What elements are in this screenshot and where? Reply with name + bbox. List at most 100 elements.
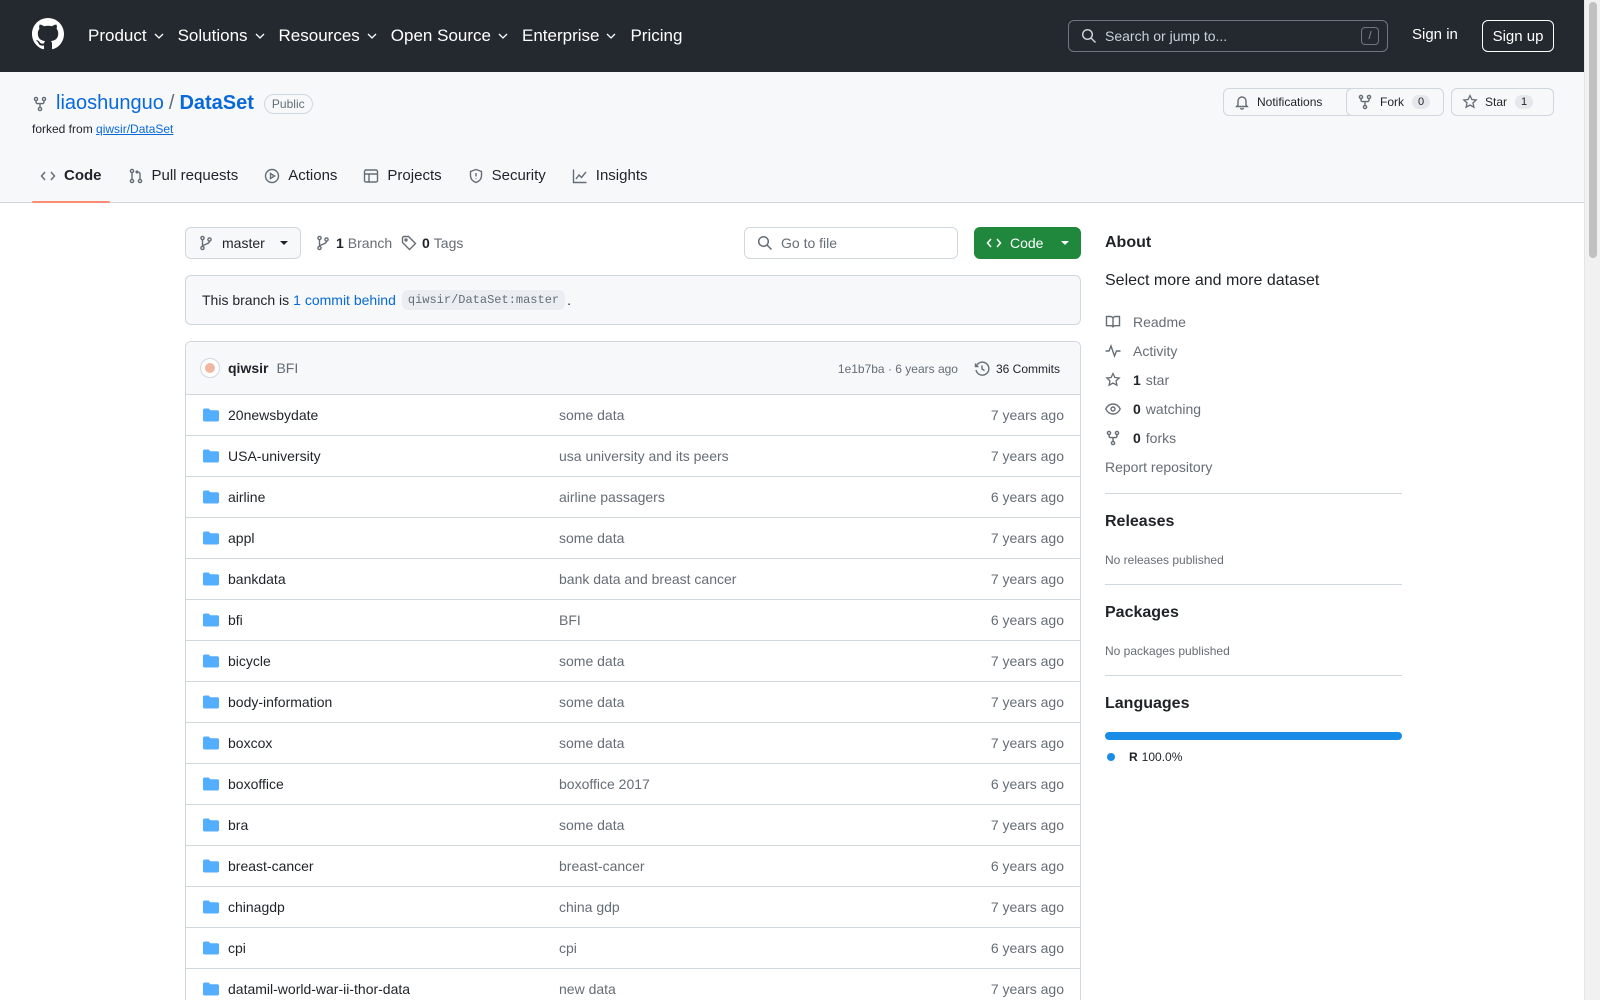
shield-icon [469,168,482,184]
file-commit-message[interactable]: some data [559,530,624,546]
sign-up-button[interactable]: Sign up [1482,20,1554,52]
file-commit-message[interactable]: usa university and its peers [559,448,729,464]
file-name-link[interactable]: chinagdp [228,899,285,915]
table-row[interactable]: appl some data 7 years ago [186,518,1080,559]
table-row[interactable]: body-information some data 7 years ago [186,682,1080,723]
sidebar-divider [1105,493,1402,494]
nav-pricing[interactable]: Pricing [630,26,682,46]
file-commit-date: 6 years ago [990,940,1064,956]
repo-name-link[interactable]: DataSet [179,92,253,115]
branch-select-button[interactable]: master [185,227,301,259]
page-scrollbar[interactable] [1584,0,1600,1000]
table-row[interactable]: cpi cpi 6 years ago [186,928,1080,969]
packages-heading[interactable]: Packages [1105,604,1179,622]
tab-code[interactable]: Code [32,161,110,203]
scrollbar-thumb[interactable] [1589,2,1597,258]
readme-link[interactable]: Readme [1105,314,1186,330]
watchers-link[interactable]: 0 watching [1105,401,1201,417]
table-row[interactable]: bra some data 7 years ago [186,805,1080,846]
tab-actions[interactable]: Actions [256,161,345,203]
fork-button[interactable]: Fork 0 [1346,88,1444,116]
file-name-link[interactable]: cpi [228,940,246,956]
file-commit-message[interactable]: bank data and breast cancer [559,571,736,587]
table-row[interactable]: bankdata bank data and breast cancer 7 yea… [186,559,1080,600]
file-name-link[interactable]: boxoffice [228,776,284,792]
file-name-link[interactable]: datamil-world-war-ii-thor-data [228,981,410,997]
star-button[interactable]: Star 1 [1451,88,1554,116]
search-input[interactable]: Search or jump to... / [1068,20,1388,52]
file-name-link[interactable]: appl [228,530,254,546]
tab-security[interactable]: Security [460,161,554,203]
folder-icon [203,531,219,545]
file-name-link[interactable]: breast-cancer [228,858,314,874]
file-commit-message[interactable]: china gdp [559,899,620,915]
file-name-link[interactable]: bankdata [228,571,286,587]
file-commit-message[interactable]: new data [559,981,616,997]
file-name-link[interactable]: bra [228,817,248,833]
tab-insights[interactable]: Insights [564,161,656,203]
table-row[interactable]: 20newsbydate some data 7 years ago [186,395,1080,436]
notifications-label: Notifications [1257,95,1323,109]
repo-owner-link[interactable]: liaoshunguo [56,92,164,115]
file-commit-date: 7 years ago [990,530,1064,546]
repo-title: liaoshunguo / DataSet Public [32,92,313,115]
table-row[interactable]: breast-cancer breast-cancer 6 years ago [186,846,1080,887]
commits-behind-link[interactable]: 1 commit behind [293,292,396,308]
file-name-link[interactable]: USA-university [228,448,321,464]
top-navigation: Product Solutions Resources Open Source … [88,0,695,72]
nav-solutions[interactable]: Solutions [178,26,266,46]
file-name-link[interactable]: bicycle [228,653,271,669]
file-commit-message[interactable]: some data [559,735,624,751]
file-name-link[interactable]: airline [228,489,265,505]
github-logo-icon[interactable] [32,18,64,50]
activity-link[interactable]: Activity [1105,343,1177,359]
language-item[interactable]: R 100.0% [1107,750,1182,764]
table-row[interactable]: airline airline passagers 6 years ago [186,477,1080,518]
nav-open-source[interactable]: Open Source [391,26,509,46]
table-row[interactable]: boxoffice boxoffice 2017 6 years ago [186,764,1080,805]
table-row[interactable]: boxcox some data 7 years ago [186,723,1080,764]
file-commit-message[interactable]: some data [559,817,624,833]
code-icon [986,238,1002,248]
file-commit-message[interactable]: some data [559,694,624,710]
file-name-link[interactable]: bfi [228,612,243,628]
table-row[interactable]: USA-university usa university and its pee… [186,436,1080,477]
stars-link[interactable]: 1 star [1105,372,1169,388]
nav-enterprise[interactable]: Enterprise [522,26,617,46]
nav-product[interactable]: Product [88,26,165,46]
file-commit-message[interactable]: BFI [559,612,581,628]
commit-hash-time[interactable]: 1e1b7ba · 6 years ago [838,362,958,376]
stars-count: 1 [1133,372,1141,388]
file-commit-message[interactable]: cpi [559,940,577,956]
file-commit-date: 7 years ago [990,571,1064,587]
file-name-link[interactable]: body-information [228,694,332,710]
notifications-button[interactable]: Notifications [1223,88,1361,116]
forks-link[interactable]: 0 forks [1105,430,1176,446]
sign-in-link[interactable]: Sign in [1412,26,1458,43]
file-name-link[interactable]: boxcox [228,735,272,751]
code-dropdown-button[interactable]: Code [974,227,1081,259]
table-row[interactable]: chinagdp china gdp 7 years ago [186,887,1080,928]
file-commit-message[interactable]: airline passagers [559,489,665,505]
file-commit-message[interactable]: breast-cancer [559,858,645,874]
tab-projects[interactable]: Projects [355,161,449,203]
nav-resources[interactable]: Resources [279,26,378,46]
branches-link[interactable]: 1 Branch [315,235,392,251]
commits-history-link[interactable]: 36 Commits [974,360,1060,377]
table-row[interactable]: bicycle some data 7 years ago [186,641,1080,682]
report-repository-link[interactable]: Report repository [1105,459,1212,475]
file-commit-message[interactable]: boxoffice 2017 [559,776,650,792]
commit-message-link[interactable]: BFI [276,360,298,376]
file-commit-message[interactable]: some data [559,407,624,423]
file-commit-message[interactable]: some data [559,653,624,669]
tags-link[interactable]: 0 Tags [401,235,463,251]
commit-author-link[interactable]: qiwsir [228,360,268,376]
tab-pull-requests[interactable]: Pull requests [120,161,247,203]
go-to-file-input[interactable]: Go to file [744,227,958,259]
releases-heading[interactable]: Releases [1105,513,1174,531]
table-row[interactable]: datamil-world-war-ii-thor-data new data 7 … [186,969,1080,1000]
table-row[interactable]: bfi BFI 6 years ago [186,600,1080,641]
file-name-link[interactable]: 20newsbydate [228,407,318,423]
avatar[interactable] [200,358,220,378]
forked-from-link[interactable]: qiwsir/DataSet [96,122,173,136]
